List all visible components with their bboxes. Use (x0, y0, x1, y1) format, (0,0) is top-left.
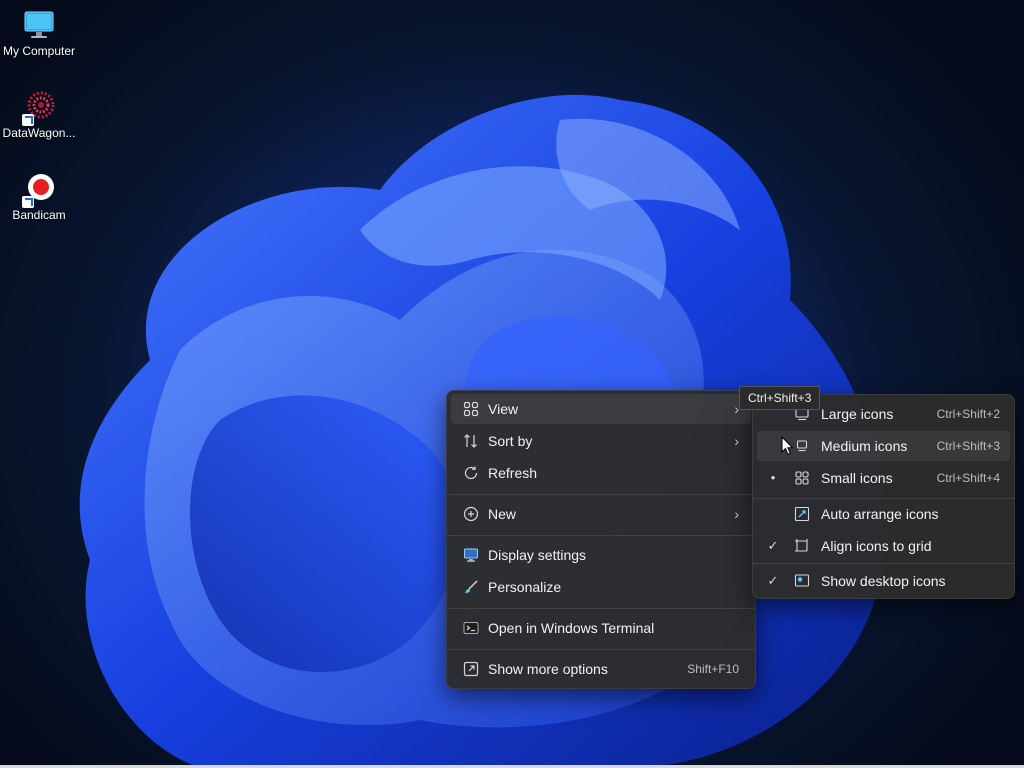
desktop-icon-label: DataWagon... (2, 126, 76, 140)
small-icons-icon (793, 469, 811, 487)
menu-separator (447, 494, 755, 495)
shortcut-arrow-icon (22, 114, 34, 126)
menu-item-refresh[interactable]: Refresh (451, 458, 751, 488)
submenu-item-label: Small icons (821, 470, 893, 486)
menu-item-new[interactable]: New › (451, 499, 751, 529)
submenu-item-label: Medium icons (821, 438, 908, 454)
shortcut-arrow-icon (22, 196, 34, 208)
check-icon: ✓ (767, 538, 779, 553)
shortcut-label: Ctrl+Shift+2 (936, 407, 1000, 421)
align-grid-icon (793, 537, 811, 555)
submenu-item-align-to-grid[interactable]: ✓ Align icons to grid (757, 531, 1010, 561)
desktop-icon-datawagon[interactable]: DataWagon... (0, 90, 78, 140)
menu-item-label: View (488, 401, 519, 417)
menu-separator (447, 535, 755, 536)
menu-item-label: Open in Windows Terminal (488, 620, 655, 636)
menu-separator (447, 649, 755, 650)
submenu-item-show-desktop-icons[interactable]: ✓ Show desktop icons (757, 566, 1010, 596)
sort-icon (461, 431, 481, 451)
menu-separator (753, 563, 1014, 564)
chevron-right-icon: › (734, 433, 739, 449)
view-submenu: Large icons Ctrl+Shift+2 Medium icons Ct… (752, 394, 1015, 599)
menu-item-label: New (488, 506, 517, 522)
chevron-right-icon: › (734, 506, 739, 522)
desktop-icon-label: Bandicam (12, 208, 66, 222)
check-icon: ✓ (767, 573, 779, 588)
submenu-item-small-icons[interactable]: • Small icons Ctrl+Shift+4 (757, 463, 1010, 493)
desktop-context-menu: View › Sort by › Refresh New › Display s… (446, 390, 756, 689)
menu-item-personalize[interactable]: Personalize (451, 572, 751, 602)
submenu-item-label: Show desktop icons (821, 573, 946, 589)
submenu-item-label: Auto arrange icons (821, 506, 939, 522)
submenu-item-auto-arrange[interactable]: Auto arrange icons (757, 499, 1010, 529)
mouse-cursor-icon (781, 436, 794, 456)
desktop-icon-bandicam[interactable]: Bandicam (0, 172, 78, 222)
shortcut-tooltip: Ctrl+Shift+3 (739, 386, 821, 410)
more-options-icon (461, 659, 481, 679)
selected-dot-icon: • (770, 470, 776, 485)
medium-icons-icon (793, 437, 811, 455)
desktop-icon-label: My Computer (2, 44, 76, 58)
shortcut-label: Ctrl+Shift+3 (936, 439, 1000, 453)
shortcut-label: Shift+F10 (687, 662, 739, 676)
show-desktop-icon (793, 572, 811, 590)
menu-separator (447, 608, 755, 609)
auto-arrange-icon (793, 505, 811, 523)
bandicam-icon (22, 172, 56, 208)
menu-item-open-terminal[interactable]: Open in Windows Terminal (451, 613, 751, 643)
desktop-icon-my-computer[interactable]: My Computer (0, 8, 78, 58)
menu-item-sort-by[interactable]: Sort by › (451, 426, 751, 456)
menu-item-label: Display settings (488, 547, 587, 563)
datawagon-icon (22, 90, 56, 126)
menu-item-label: Personalize (488, 579, 562, 595)
brush-icon (461, 577, 481, 597)
terminal-icon (461, 618, 481, 638)
monitor-icon (22, 8, 56, 42)
display-icon (461, 545, 481, 565)
submenu-item-label: Align icons to grid (821, 538, 932, 554)
menu-item-show-more-options[interactable]: Show more options Shift+F10 (451, 654, 751, 684)
new-plus-icon (461, 504, 481, 524)
menu-item-label: Show more options (488, 661, 608, 677)
menu-item-label: Sort by (488, 433, 533, 449)
shortcut-label: Ctrl+Shift+4 (936, 471, 1000, 485)
refresh-icon (461, 463, 481, 483)
menu-item-display-settings[interactable]: Display settings (451, 540, 751, 570)
menu-item-view[interactable]: View › (451, 394, 751, 424)
view-grid-icon (461, 399, 481, 419)
menu-item-label: Refresh (488, 465, 538, 481)
submenu-item-label: Large icons (821, 406, 894, 422)
